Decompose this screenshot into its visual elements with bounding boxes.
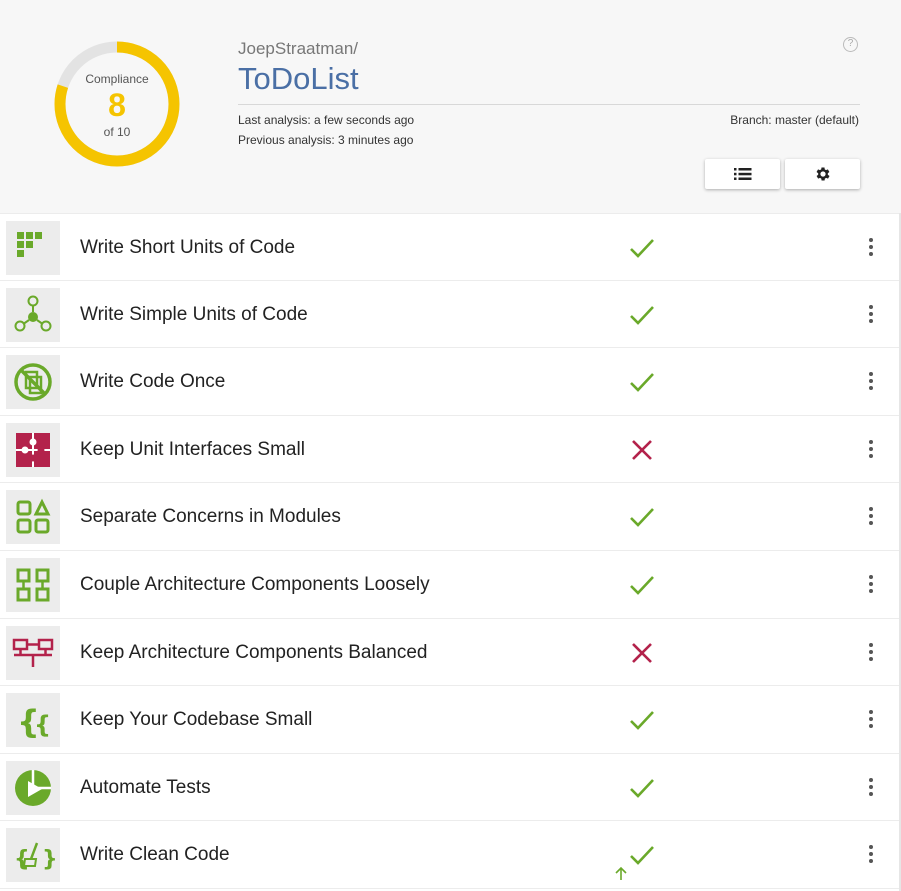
guideline-row[interactable]: {{ Keep Your Codebase Small	[0, 686, 901, 754]
more-options-icon[interactable]	[861, 368, 881, 396]
guideline-name[interactable]: Write Short Units of Code	[80, 214, 295, 281]
previous-analysis: Previous analysis: 3 minutes ago	[238, 133, 414, 147]
repo-title[interactable]: ToDoList	[238, 61, 359, 97]
check-icon	[630, 305, 654, 325]
guideline-row[interactable]: {} Write Clean Code	[0, 821, 901, 889]
guideline-name[interactable]: Keep Your Codebase Small	[80, 686, 312, 753]
more-options-icon[interactable]	[861, 234, 881, 262]
list-icon	[733, 168, 751, 180]
more-options-icon[interactable]	[861, 436, 881, 464]
short-units-icon	[6, 221, 60, 275]
balance-icon	[6, 625, 60, 680]
components-icon	[6, 557, 60, 612]
guideline-row[interactable]: Keep Unit Interfaces Small	[0, 415, 901, 484]
compliance-value: 8	[108, 87, 126, 123]
cross-icon	[632, 439, 652, 460]
check-icon	[630, 508, 654, 528]
branch-label: Branch: master (default)	[730, 113, 859, 127]
project-header: Compliance 8 of 10 JoepStraatman/ ToDoLi…	[0, 0, 901, 213]
check-icon	[630, 846, 654, 866]
guideline-list: Write Short Units of Code Write Simple Un…	[0, 213, 901, 889]
more-options-icon[interactable]	[861, 774, 881, 802]
braces-icon: {{	[6, 693, 60, 748]
guideline-name[interactable]: Automate Tests	[80, 754, 211, 821]
guideline-name[interactable]: Write Code Once	[80, 348, 225, 415]
compliance-gauge: Compliance 8 of 10	[53, 40, 181, 168]
more-options-icon[interactable]	[861, 571, 881, 599]
svg-text:}: }	[42, 847, 58, 872]
play-test-icon	[6, 760, 60, 815]
arrow-up-icon[interactable]	[612, 864, 630, 882]
guideline-row[interactable]: Write Code Once	[0, 348, 901, 416]
code-once-icon	[6, 355, 60, 410]
last-analysis: Last analysis: a few seconds ago	[238, 113, 415, 127]
clean-code-icon: {}	[6, 828, 60, 883]
check-icon	[630, 576, 654, 595]
more-options-icon[interactable]	[861, 706, 881, 734]
compliance-label: Compliance	[85, 72, 149, 86]
guideline-row[interactable]: Automate Tests	[0, 753, 901, 822]
guideline-row[interactable]: Separate Concerns in Modules	[0, 483, 901, 551]
puzzle-icon	[6, 422, 60, 477]
svg-text:{: {	[34, 711, 51, 739]
guideline-name[interactable]: Write Simple Units of Code	[80, 281, 308, 348]
settings-button[interactable]	[785, 159, 860, 189]
repo-owner[interactable]: JoepStraatman/	[238, 39, 358, 59]
more-options-icon[interactable]	[861, 301, 881, 329]
check-icon	[630, 239, 654, 258]
guideline-row[interactable]: Couple Architecture Components Loosely	[0, 550, 901, 619]
check-icon	[630, 711, 654, 731]
guideline-name[interactable]: Keep Unit Interfaces Small	[80, 416, 305, 483]
compliance-total: of 10	[103, 125, 131, 139]
guideline-row[interactable]: Write Short Units of Code	[0, 213, 901, 281]
guideline-name[interactable]: Separate Concerns in Modules	[80, 483, 341, 550]
gear-icon	[816, 167, 830, 181]
guideline-name[interactable]: Couple Architecture Components Loosely	[80, 551, 430, 618]
simple-units-icon	[6, 287, 60, 342]
cross-icon	[632, 642, 652, 663]
check-icon	[630, 778, 654, 798]
guideline-row[interactable]: Write Simple Units of Code	[0, 280, 901, 349]
guideline-name[interactable]: Write Clean Code	[80, 821, 230, 888]
modules-icon	[6, 490, 60, 545]
more-options-icon[interactable]	[861, 639, 881, 667]
question-circle-icon[interactable]: ?	[843, 37, 858, 52]
more-options-icon[interactable]	[861, 503, 881, 531]
more-options-icon[interactable]	[861, 841, 881, 869]
guideline-name[interactable]: Keep Architecture Components Balanced	[80, 619, 428, 686]
list-view-button[interactable]	[705, 159, 780, 189]
check-icon	[630, 373, 654, 393]
header-divider	[238, 104, 860, 105]
guideline-row[interactable]: Keep Architecture Components Balanced	[0, 618, 901, 687]
